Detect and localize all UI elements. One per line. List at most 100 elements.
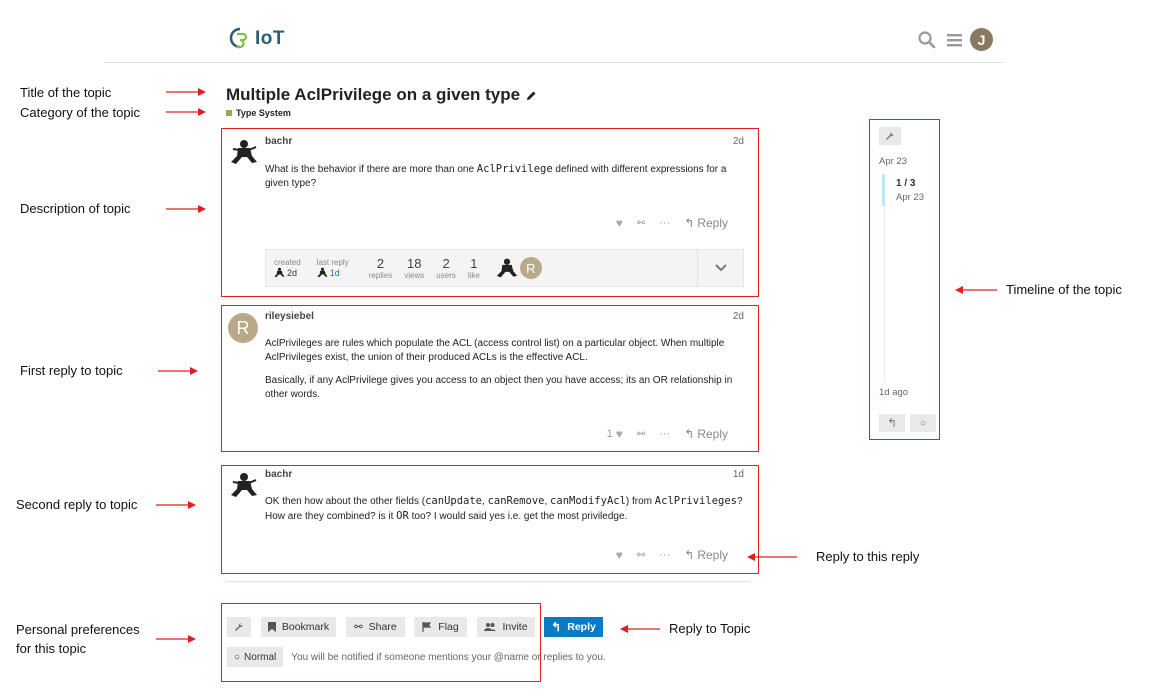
annotation-second-reply: Second reply to topic [16, 497, 138, 512]
arrow-right-icon [158, 367, 198, 375]
reply-arrow-icon: ↰ [684, 216, 695, 230]
post-2-body: AclPrivileges are rules which populate t… [265, 337, 735, 411]
post-3-reply-button[interactable]: ↰ Reply [684, 548, 728, 562]
post-2-paragraph-1: AclPrivileges are rules which populate t… [265, 338, 725, 363]
post-2-reply-button[interactable]: ↰ Reply [684, 427, 728, 441]
post-2-paragraph-2: Basically, if any AclPrivilege gives you… [265, 375, 733, 400]
share-link-icon[interactable]: ⚯ [637, 218, 645, 229]
avatar-bachr-icon[interactable] [230, 138, 258, 166]
expand-topic-map-button[interactable] [697, 250, 743, 286]
admin-wrench-button[interactable] [879, 127, 901, 145]
posts-divider [226, 581, 750, 582]
timeline-position: 1 / 3 [896, 178, 916, 189]
text-run: ? [736, 496, 743, 507]
notification-level-button[interactable]: ○ Normal [227, 647, 284, 667]
post-1-reply-button[interactable]: ↰ Reply [684, 216, 728, 230]
annotation-preferences-1: Personal preferences [16, 622, 140, 637]
post-1-body-text: What is the behavior if there are more t… [265, 164, 477, 175]
post-2-username[interactable]: rileysiebel [265, 311, 314, 322]
share-button[interactable]: ⚯ Share [346, 617, 405, 637]
bookmark-label: Bookmark [281, 621, 330, 633]
post-1-username[interactable]: bachr [265, 136, 292, 147]
last-reply-label: last reply [316, 258, 349, 267]
invite-button[interactable]: Invite [477, 617, 535, 637]
code-can-update: canUpdate [425, 495, 483, 507]
notification-row: ○ Normal You will be notified if someone… [227, 647, 606, 667]
reply-arrow-icon: ↰ [684, 548, 695, 562]
text-run: too? I would said yes i.e. get the most … [408, 511, 628, 522]
arrow-right-icon [166, 205, 206, 213]
post-3-line-2: How are they combined? is it OR too? I w… [265, 509, 745, 524]
last-reply-value: 1d [329, 267, 340, 278]
post-3-date[interactable]: 1d [733, 469, 744, 480]
avatar-bachr-small-icon [274, 267, 285, 278]
edit-pencil-icon[interactable] [525, 90, 537, 102]
post-2-like-button[interactable]: 1 ♥ [607, 427, 623, 441]
post-1-reply-label: Reply [697, 216, 728, 230]
post-2-reply-label: Reply [697, 427, 728, 441]
hamburger-menu-icon[interactable] [945, 30, 965, 50]
post-1-date[interactable]: 2d [733, 136, 744, 147]
code-acl-privileges: AclPrivileges [654, 495, 737, 507]
post-1-body: What is the behavior if there are more t… [265, 162, 743, 191]
post-2-date[interactable]: 2d [733, 311, 744, 322]
participant-riley-avatar[interactable]: R [519, 257, 542, 279]
map-last-reply[interactable]: last reply 1d [317, 258, 349, 278]
created-value: 2d [287, 267, 298, 278]
views-label: views [404, 270, 425, 280]
flag-button[interactable]: Flag [414, 617, 467, 637]
more-options-icon[interactable]: ··· [659, 217, 670, 229]
arrow-right-icon [156, 501, 196, 509]
footer-wrench-button[interactable] [227, 617, 251, 637]
post-2: R rileysiebel 2d AclPrivileges are rules… [228, 309, 748, 449]
annotation-description: Description of topic [20, 201, 131, 216]
logo-text: IoT [255, 28, 285, 49]
users-count: 2 [442, 255, 450, 271]
like-icon[interactable]: ♥ [616, 216, 623, 230]
annotation-first-reply: First reply to topic [20, 363, 123, 378]
created-label: created [274, 258, 301, 267]
timeline-track[interactable] [884, 206, 885, 382]
share-link-icon[interactable]: ⚯ [637, 550, 645, 561]
reply-to-topic-button[interactable]: ↰ Reply [544, 617, 603, 637]
replies-label: replies [368, 270, 393, 280]
timeline-reply-button[interactable]: ↰ [879, 414, 905, 432]
timeline-end-label[interactable]: 1d ago [879, 387, 908, 398]
post-2-actions: 1 ♥ ⚯ ··· ↰ Reply [607, 427, 728, 441]
more-options-icon[interactable]: ··· [659, 428, 670, 440]
timeline-handle[interactable] [882, 174, 885, 206]
avatar-bachr-icon[interactable] [230, 471, 258, 499]
post-3-username[interactable]: bachr [265, 469, 292, 480]
link-icon: ⚯ [354, 621, 363, 633]
circle-icon: ○ [919, 417, 927, 429]
search-icon[interactable] [917, 30, 937, 50]
text-run: OK then how about the other fields ( [265, 496, 426, 507]
timeline-notification-button[interactable]: ○ [910, 414, 936, 432]
annotation-timeline: Timeline of the topic [1006, 282, 1122, 297]
annotation-preferences-2: for this topic [16, 641, 87, 656]
share-link-icon[interactable]: ⚯ [637, 429, 645, 440]
invite-label: Invite [502, 621, 528, 633]
avatar-riley[interactable]: R [228, 313, 258, 343]
likes-count: 1 [470, 255, 478, 271]
bookmark-button[interactable]: Bookmark [261, 617, 336, 637]
like-icon[interactable]: ♥ [616, 548, 623, 562]
arrow-left-icon [620, 625, 660, 633]
reply-arrow-icon: ↰ [551, 620, 562, 634]
user-avatar[interactable]: J [970, 28, 993, 51]
bookmark-icon [267, 622, 276, 632]
timeline-position-date: Apr 23 [896, 192, 924, 203]
post-3-body: OK then how about the other fields (canU… [265, 494, 745, 524]
more-options-icon[interactable]: ··· [659, 549, 670, 561]
site-logo[interactable]: IoT [226, 24, 285, 54]
post-1-code: AclPrivilege [476, 163, 553, 175]
map-created[interactable]: created 2d [274, 258, 301, 278]
topic-title[interactable]: Multiple AclPrivilege on a given type [226, 85, 537, 105]
participant-bachr-icon[interactable] [496, 257, 518, 279]
annotation-category: Category of the topic [20, 105, 140, 120]
timeline-start-date[interactable]: Apr 23 [879, 156, 907, 167]
topic-category-badge[interactable]: Type System [226, 108, 291, 118]
text-run: How are they combined? is it [265, 511, 397, 522]
category-name: Type System [236, 108, 291, 118]
chevron-down-icon [714, 264, 727, 272]
